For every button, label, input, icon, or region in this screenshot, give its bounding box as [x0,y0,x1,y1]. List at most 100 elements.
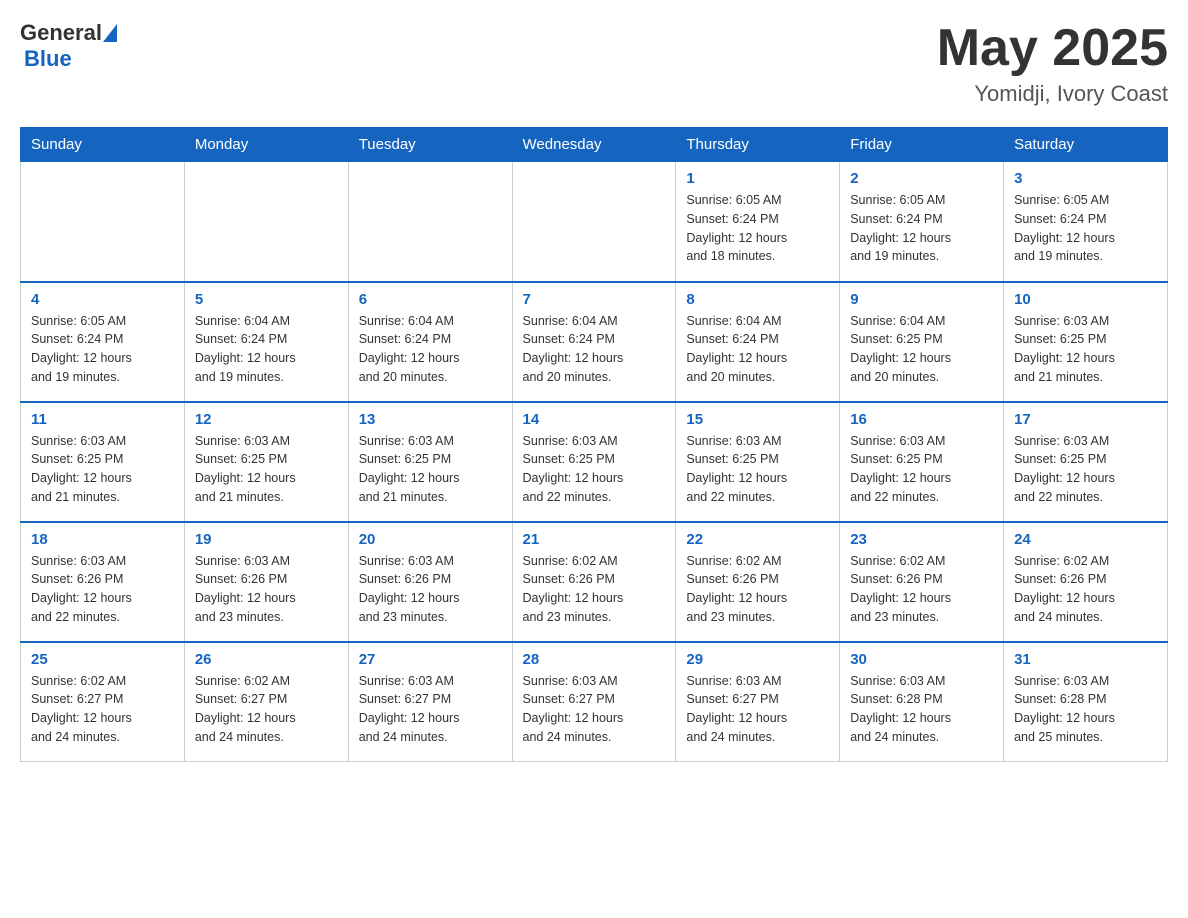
day-number: 15 [686,411,829,428]
day-number: 24 [1014,531,1157,548]
calendar-week-row: 25 Sunrise: 6:02 AM Sunset: 6:27 PM Dayli… [21,642,1168,762]
day-number: 25 [31,651,174,668]
calendar-cell: 23Sunrise: 6:02 AM Sunset: 6:26 PM Dayli… [840,522,1004,642]
calendar-cell: 28Sunrise: 6:03 AM Sunset: 6:27 PM Dayli… [512,642,676,762]
calendar-cell: 22 Sunrise: 6:02 AM Sunset: 6:26 PM Dayli… [676,522,840,642]
calendar-cell: 2Sunrise: 6:05 AM Sunset: 6:24 PM Daylig… [840,162,1004,282]
weekday-header-wednesday: Wednesday [512,128,676,162]
calendar-cell: 16 Sunrise: 6:03 AM Sunset: 6:25 PM Dayli… [840,402,1004,522]
day-info: Sunrise: 6:03 AM Sunset: 6:27 PM Dayligh… [686,672,829,747]
day-number: 9 [850,291,993,308]
day-info: Sunrise: 6:04 AM Sunset: 6:24 PM Dayligh… [359,312,502,387]
calendar-cell: 12Sunrise: 6:03 AM Sunset: 6:25 PM Dayli… [184,402,348,522]
calendar-cell: 13 Sunrise: 6:03 AM Sunset: 6:25 PM Dayli… [348,402,512,522]
day-info: Sunrise: 6:05 AM Sunset: 6:24 PM Dayligh… [1014,191,1157,266]
title-block: May 2025 Yomidji, Ivory Coast [937,20,1168,107]
day-number: 11 [31,411,174,428]
calendar-cell: 11 Sunrise: 6:03 AM Sunset: 6:25 PM Dayli… [21,402,185,522]
day-number: 16 [850,411,993,428]
calendar-cell: 21 Sunrise: 6:02 AM Sunset: 6:26 PM Dayli… [512,522,676,642]
day-info: Sunrise: 6:03 AM Sunset: 6:25 PM Dayligh… [195,432,338,507]
calendar-cell: 6Sunrise: 6:04 AM Sunset: 6:24 PM Daylig… [348,282,512,402]
day-number: 21 [523,531,666,548]
day-number: 23 [850,531,993,548]
day-info: Sunrise: 6:03 AM Sunset: 6:25 PM Dayligh… [523,432,666,507]
day-number: 29 [686,651,829,668]
calendar-cell: 5 Sunrise: 6:04 AM Sunset: 6:24 PM Daylig… [184,282,348,402]
day-info: Sunrise: 6:03 AM Sunset: 6:25 PM Dayligh… [850,432,993,507]
calendar-cell: 15 Sunrise: 6:03 AM Sunset: 6:25 PM Dayli… [676,402,840,522]
calendar-cell: 29 Sunrise: 6:03 AM Sunset: 6:27 PM Dayli… [676,642,840,762]
day-info: Sunrise: 6:03 AM Sunset: 6:25 PM Dayligh… [359,432,502,507]
calendar-cell: 18Sunrise: 6:03 AM Sunset: 6:26 PM Dayli… [21,522,185,642]
calendar-cell [21,162,185,282]
day-info: Sunrise: 6:03 AM Sunset: 6:28 PM Dayligh… [850,672,993,747]
day-number: 20 [359,531,502,548]
day-info: Sunrise: 6:03 AM Sunset: 6:26 PM Dayligh… [31,552,174,627]
day-info: Sunrise: 6:03 AM Sunset: 6:25 PM Dayligh… [1014,432,1157,507]
day-info: Sunrise: 6:03 AM Sunset: 6:27 PM Dayligh… [359,672,502,747]
day-info: Sunrise: 6:04 AM Sunset: 6:24 PM Dayligh… [686,312,829,387]
day-number: 30 [850,651,993,668]
weekday-header-tuesday: Tuesday [348,128,512,162]
day-number: 28 [523,651,666,668]
day-info: Sunrise: 6:03 AM Sunset: 6:28 PM Dayligh… [1014,672,1157,747]
logo-triangle-icon [103,24,117,42]
day-info: Sunrise: 6:02 AM Sunset: 6:26 PM Dayligh… [523,552,666,627]
weekday-header-friday: Friday [840,128,1004,162]
day-number: 19 [195,531,338,548]
day-number: 14 [523,411,666,428]
calendar-cell: 8 Sunrise: 6:04 AM Sunset: 6:24 PM Daylig… [676,282,840,402]
day-number: 5 [195,291,338,308]
calendar-cell [348,162,512,282]
calendar-cell: 9Sunrise: 6:04 AM Sunset: 6:25 PM Daylig… [840,282,1004,402]
calendar-cell: 17Sunrise: 6:03 AM Sunset: 6:25 PM Dayli… [1004,402,1168,522]
day-info: Sunrise: 6:02 AM Sunset: 6:26 PM Dayligh… [686,552,829,627]
calendar-cell: 19 Sunrise: 6:03 AM Sunset: 6:26 PM Dayli… [184,522,348,642]
day-number: 7 [523,291,666,308]
logo-blue-text: Blue [24,46,117,72]
calendar-cell: 20 Sunrise: 6:03 AM Sunset: 6:26 PM Dayli… [348,522,512,642]
weekday-header-thursday: Thursday [676,128,840,162]
day-number: 22 [686,531,829,548]
day-info: Sunrise: 6:02 AM Sunset: 6:27 PM Dayligh… [31,672,174,747]
calendar-cell [184,162,348,282]
month-title: May 2025 [937,20,1168,77]
calendar-table: SundayMondayTuesdayWednesdayThursdayFrid… [20,127,1168,762]
day-number: 13 [359,411,502,428]
day-number: 26 [195,651,338,668]
day-info: Sunrise: 6:02 AM Sunset: 6:27 PM Dayligh… [195,672,338,747]
calendar-cell: 7 Sunrise: 6:04 AM Sunset: 6:24 PM Daylig… [512,282,676,402]
calendar-week-row: 4 Sunrise: 6:05 AM Sunset: 6:24 PM Daylig… [21,282,1168,402]
calendar-cell: 24 Sunrise: 6:02 AM Sunset: 6:26 PM Dayli… [1004,522,1168,642]
page-header: General Blue May 2025 Yomidji, Ivory Coa… [20,20,1168,107]
calendar-cell: 30 Sunrise: 6:03 AM Sunset: 6:28 PM Dayli… [840,642,1004,762]
weekday-header-monday: Monday [184,128,348,162]
calendar-cell: 1Sunrise: 6:05 AM Sunset: 6:24 PM Daylig… [676,162,840,282]
logo: General Blue [20,20,117,72]
calendar-cell: 10Sunrise: 6:03 AM Sunset: 6:25 PM Dayli… [1004,282,1168,402]
day-info: Sunrise: 6:02 AM Sunset: 6:26 PM Dayligh… [1014,552,1157,627]
day-info: Sunrise: 6:03 AM Sunset: 6:26 PM Dayligh… [359,552,502,627]
calendar-week-row: 11 Sunrise: 6:03 AM Sunset: 6:25 PM Dayli… [21,402,1168,522]
day-number: 1 [686,170,829,187]
weekday-header-saturday: Saturday [1004,128,1168,162]
day-number: 31 [1014,651,1157,668]
calendar-cell: 3Sunrise: 6:05 AM Sunset: 6:24 PM Daylig… [1004,162,1168,282]
calendar-cell: 14 Sunrise: 6:03 AM Sunset: 6:25 PM Dayli… [512,402,676,522]
day-number: 4 [31,291,174,308]
day-number: 2 [850,170,993,187]
day-info: Sunrise: 6:03 AM Sunset: 6:25 PM Dayligh… [31,432,174,507]
day-info: Sunrise: 6:03 AM Sunset: 6:26 PM Dayligh… [195,552,338,627]
day-info: Sunrise: 6:04 AM Sunset: 6:24 PM Dayligh… [523,312,666,387]
calendar-week-row: 1 Sunrise: 6:05 AM Sunset: 6:24 PM Daylig… [21,162,1168,282]
weekday-header-sunday: Sunday [21,128,185,162]
day-info: Sunrise: 6:03 AM Sunset: 6:25 PM Dayligh… [686,432,829,507]
day-number: 8 [686,291,829,308]
calendar-cell: 27Sunrise: 6:03 AM Sunset: 6:27 PM Dayli… [348,642,512,762]
location-title: Yomidji, Ivory Coast [937,81,1168,107]
calendar-cell: 4 Sunrise: 6:05 AM Sunset: 6:24 PM Daylig… [21,282,185,402]
day-info: Sunrise: 6:05 AM Sunset: 6:24 PM Dayligh… [31,312,174,387]
calendar-cell: 31 Sunrise: 6:03 AM Sunset: 6:28 PM Dayli… [1004,642,1168,762]
day-info: Sunrise: 6:04 AM Sunset: 6:24 PM Dayligh… [195,312,338,387]
